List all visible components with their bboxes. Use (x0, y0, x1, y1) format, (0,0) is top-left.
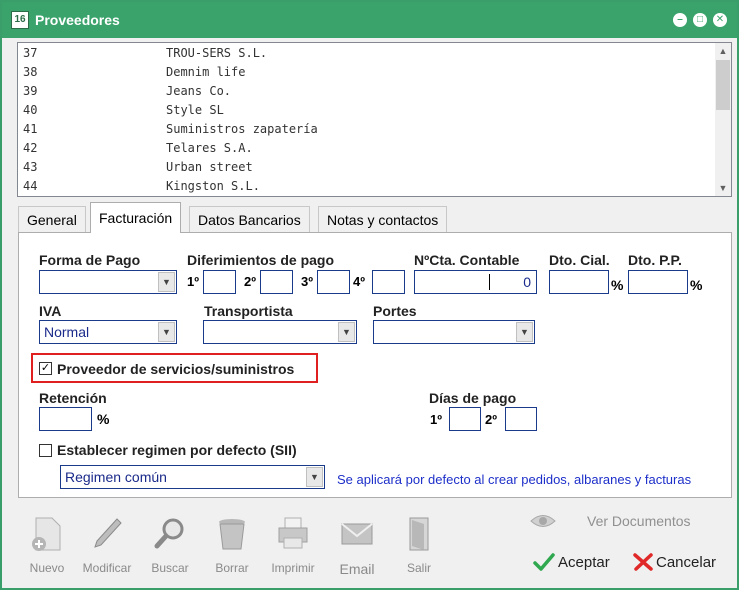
list-item[interactable]: 37 TROU-SERS S.L. (18, 44, 718, 63)
dto-pp-label: Dto. P.P. (628, 252, 682, 268)
email-button[interactable]: Email (329, 512, 385, 582)
printer-icon (278, 517, 308, 549)
regimen-select[interactable]: Regimen común ▼ (60, 465, 325, 489)
retencion-field[interactable] (39, 407, 92, 431)
list-item[interactable]: 38 Demnim life (18, 63, 718, 82)
close-icon[interactable]: ✕ (713, 13, 727, 27)
dia-pago-1-label: 1º (430, 412, 442, 427)
transportista-label: Transportista (204, 303, 293, 319)
nuevo-button[interactable]: Nuevo (19, 512, 75, 582)
chevron-down-icon[interactable]: ▼ (306, 467, 323, 487)
buscar-button[interactable]: Buscar (142, 512, 198, 582)
regimen-checkbox[interactable] (39, 444, 52, 457)
ver-documentos-button[interactable]: Ver Documentos (529, 510, 709, 534)
diferimiento-2-label: 2º (244, 274, 256, 289)
tab-datos-bancarios[interactable]: Datos Bancarios (189, 206, 310, 232)
tab-facturacion[interactable]: Facturación (90, 202, 182, 233)
diferimiento-4-label: 4º (353, 274, 365, 289)
dia-pago-2-field[interactable] (505, 407, 537, 431)
borrar-button[interactable]: Borrar (204, 512, 260, 582)
diferimiento-3-field[interactable] (317, 270, 350, 294)
app-icon: 16 (11, 11, 29, 29)
cross-icon (633, 553, 653, 571)
exit-door-icon (409, 517, 429, 551)
envelope-icon (341, 523, 373, 545)
list-item[interactable]: 42 Telares S.A. (18, 139, 718, 158)
retencion-label: Retención (39, 390, 107, 406)
tab-notas-contactos[interactable]: Notas y contactos (318, 206, 448, 232)
minimize-icon[interactable]: – (673, 13, 687, 27)
regimen-label[interactable]: Establecer regimen por defecto (SII) (57, 442, 297, 458)
cta-contable-field[interactable]: 0 (414, 270, 537, 294)
proveedor-servicios-label[interactable]: Proveedor de servicios/suministros (57, 361, 294, 377)
chevron-down-icon[interactable]: ▼ (158, 272, 175, 292)
pencil-icon (94, 518, 122, 548)
diferimiento-4-field[interactable] (372, 270, 405, 294)
portes-label: Portes (373, 303, 417, 319)
dto-pp-field[interactable] (628, 270, 688, 294)
scroll-down-icon[interactable]: ▼ (715, 180, 731, 196)
check-icon (533, 553, 555, 571)
cta-contable-value: 0 (523, 274, 531, 290)
search-icon (154, 518, 184, 549)
text-cursor (489, 274, 490, 290)
transportista-select[interactable]: ▼ (203, 320, 357, 344)
diferimiento-3-label: 3º (301, 274, 313, 289)
cta-contable-label: NºCta. Contable (414, 252, 520, 268)
list-scrollbar[interactable]: ▲ ▼ (715, 43, 731, 196)
forma-pago-select[interactable]: ▼ (39, 270, 177, 294)
diferimiento-1-field[interactable] (203, 270, 236, 294)
diferimiento-2-field[interactable] (260, 270, 293, 294)
list-item[interactable]: 43 Urban street (18, 158, 718, 177)
iva-value: Normal (44, 324, 90, 340)
dto-cial-label: Dto. Cial. (549, 252, 610, 268)
scroll-thumb[interactable] (716, 60, 730, 110)
maximize-icon[interactable]: □ (693, 13, 707, 27)
title-bar[interactable]: 16 Proveedores – □ ✕ (2, 2, 737, 38)
list-item[interactable]: 40 Style SL (18, 101, 718, 120)
regimen-hint: Se aplicará por defecto al crear pedidos… (337, 472, 692, 487)
forma-pago-label: Forma de Pago (39, 252, 141, 268)
new-document-icon (32, 517, 61, 551)
cancelar-button[interactable]: Cancelar (632, 547, 727, 577)
retencion-percent: % (97, 411, 110, 427)
trash-icon (219, 519, 245, 550)
window-title: Proveedores (35, 12, 120, 28)
eye-icon (530, 515, 556, 527)
tab-general[interactable]: General (18, 206, 86, 232)
dto-cial-field[interactable] (549, 270, 609, 294)
proveedor-servicios-checkbox[interactable]: ✓ (39, 362, 52, 375)
modificar-button[interactable]: Modificar (79, 512, 135, 582)
portes-select[interactable]: ▼ (373, 320, 535, 344)
iva-select[interactable]: Normal ▼ (39, 320, 177, 344)
chevron-down-icon[interactable]: ▼ (516, 322, 533, 342)
imprimir-button[interactable]: Imprimir (265, 512, 321, 582)
dia-pago-2-label: 2º (485, 412, 497, 427)
list-item[interactable]: 41 Suministros zapatería (18, 120, 718, 139)
dia-pago-1-field[interactable] (449, 407, 481, 431)
diferimiento-1-label: 1º (187, 274, 199, 289)
list-item[interactable]: 44 Kingston S.L. (18, 177, 718, 196)
aceptar-button[interactable]: Aceptar (533, 547, 625, 577)
dias-pago-label: Días de pago (429, 390, 517, 406)
dto-pp-percent: % (690, 277, 703, 293)
supplier-list[interactable]: 37 TROU-SERS S.L. 38 Demnim life 39 Jean… (17, 42, 732, 197)
list-item[interactable]: 39 Jeans Co. (18, 82, 718, 101)
scroll-up-icon[interactable]: ▲ (715, 43, 731, 59)
salir-button[interactable]: Salir (391, 512, 447, 582)
chevron-down-icon[interactable]: ▼ (158, 322, 175, 342)
iva-label: IVA (39, 303, 62, 319)
dto-cial-percent: % (611, 277, 624, 293)
diferimientos-label: Diferimientos de pago (187, 252, 335, 268)
proveedores-window: 16 Proveedores – □ ✕ 37 TROU-SERS S.L. 3… (0, 0, 739, 590)
regimen-value: Regimen común (65, 469, 167, 485)
chevron-down-icon[interactable]: ▼ (338, 322, 355, 342)
